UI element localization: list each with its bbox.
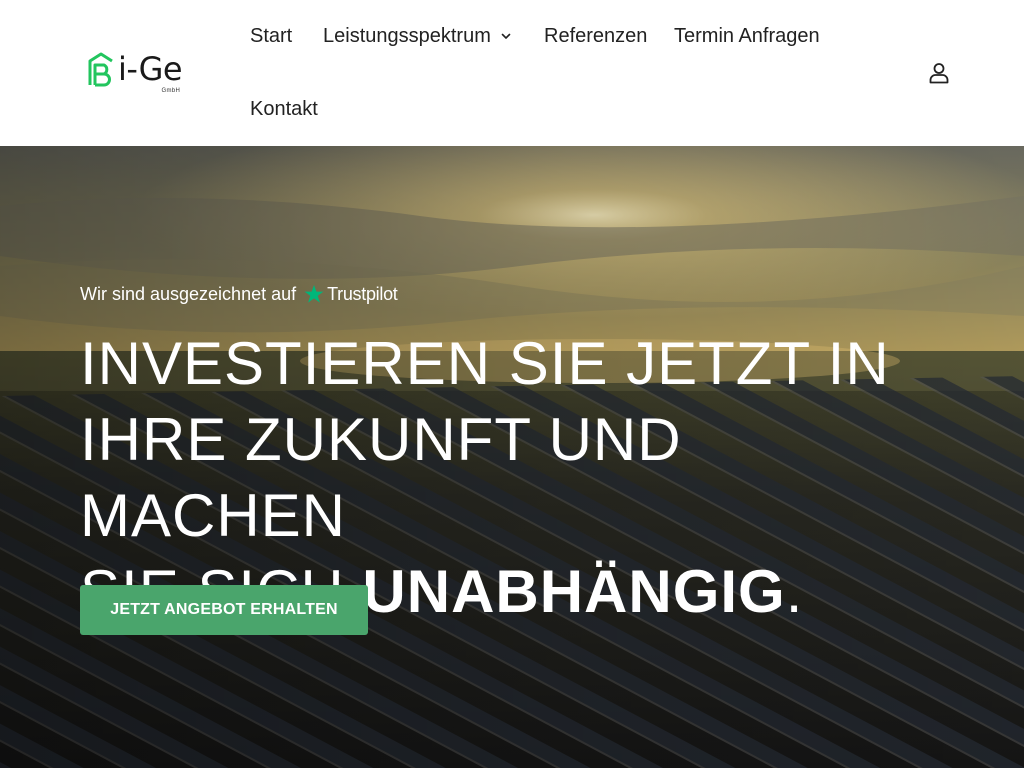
trustpilot-logo-text[interactable]: Trustpilot — [327, 282, 398, 306]
headline-line-1: INVESTIEREN SIE JETZT IN — [80, 330, 890, 397]
nav-item-leistungsspektrum[interactable]: Leistungsspektrum — [323, 24, 512, 48]
nav-item-termin-anfragen[interactable]: Termin Anfragen — [674, 24, 820, 48]
user-icon[interactable] — [927, 61, 951, 85]
headline-emphasis: UNABHÄNGIG — [362, 558, 786, 625]
logo-house-b-icon — [88, 52, 113, 87]
headline-line-3-suffix: . — [785, 558, 804, 625]
trustpilot-star-icon — [304, 285, 324, 303]
nav-item-kontakt[interactable]: Kontakt — [250, 97, 318, 121]
logo-text: i-Ge — [118, 50, 183, 88]
get-offer-button[interactable]: JETZT ANGEBOT ERHALTEN — [80, 585, 368, 635]
award-text: Wir sind ausgezeichnet auf — [80, 284, 297, 304]
nav-item-start[interactable]: Start — [250, 24, 292, 48]
trustpilot-award: Wir sind ausgezeichnet auf Trustpilot — [80, 282, 398, 306]
hero-section: Wir sind ausgezeichnet auf Trustpilot IN… — [0, 146, 1024, 768]
site-header: i-Ge GmbH Start Leistungsspektrum Refere… — [0, 0, 1024, 146]
logo-subtext: GmbH — [161, 88, 181, 94]
logo-wordmark: i-Ge GmbH — [118, 50, 183, 94]
headline-line-2: IHRE ZUKUNFT UND MACHEN — [80, 406, 682, 549]
nav-item-label: Leistungsspektrum — [323, 25, 491, 47]
logo[interactable]: i-Ge GmbH — [87, 51, 207, 97]
nav-item-referenzen[interactable]: Referenzen — [544, 24, 647, 48]
chevron-down-icon — [501, 33, 511, 39]
